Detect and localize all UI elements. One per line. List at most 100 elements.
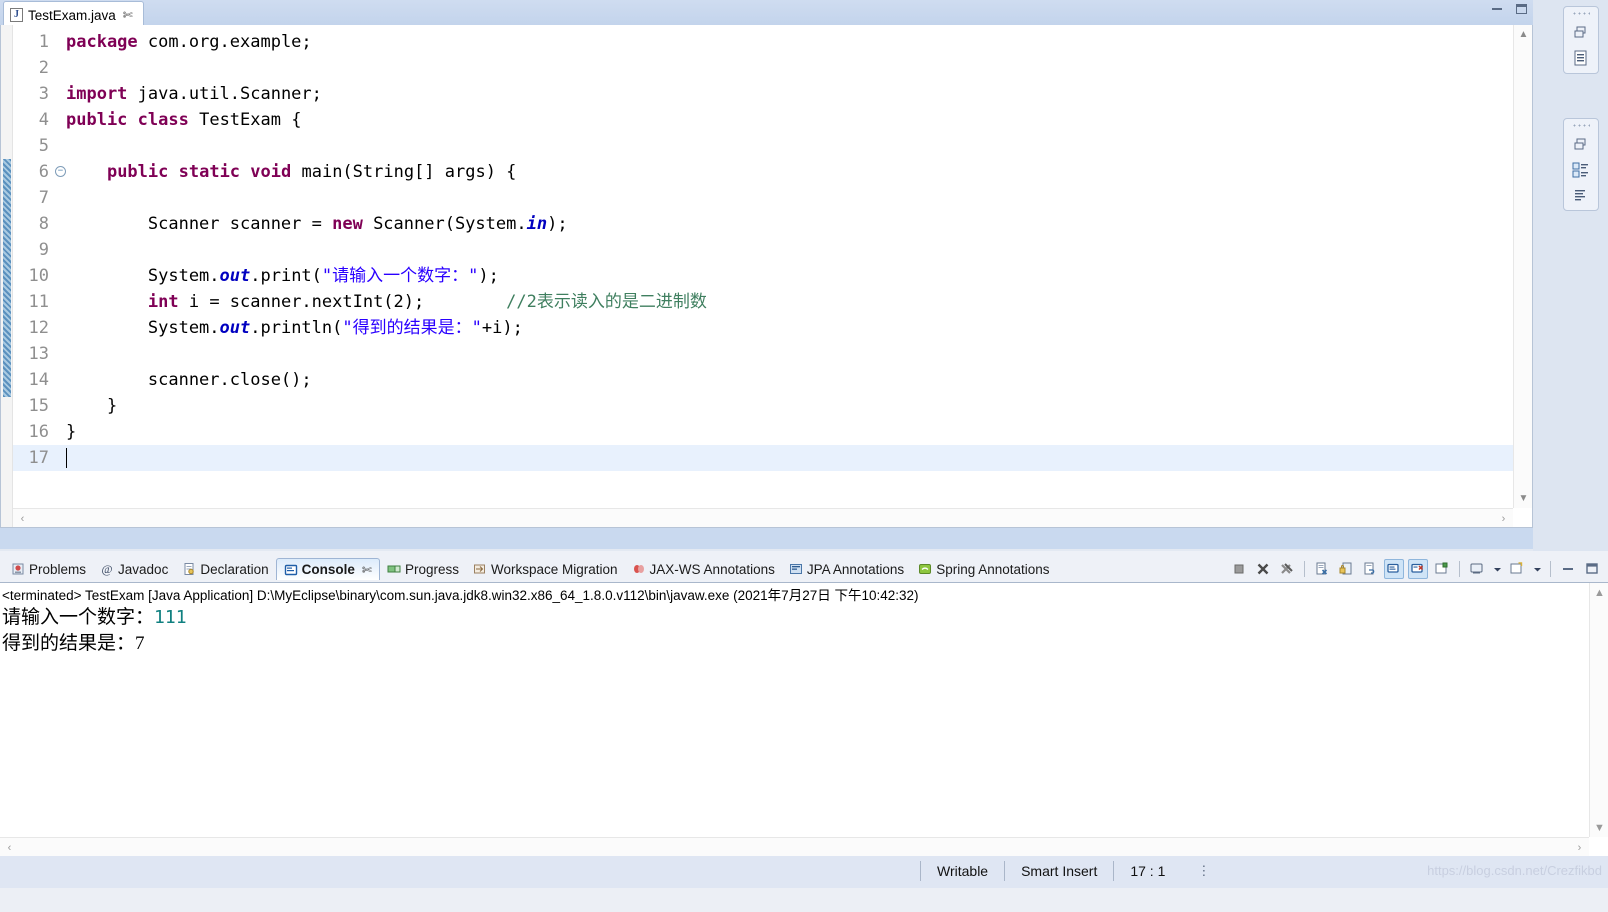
tab-jax-ws-annotations[interactable]: JAX-WS Annotations — [625, 559, 782, 580]
problems-icon — [11, 562, 25, 576]
tab-jpa-annotations[interactable]: JPA Annotations — [782, 559, 911, 580]
line-number: 6 — [38, 162, 49, 182]
tab-progress[interactable]: Progress — [380, 559, 466, 580]
editor-horizontal-scrollbar[interactable]: ‹ › — [13, 508, 1513, 527]
status-writable: Writable — [937, 863, 989, 879]
tab-javadoc[interactable]: @ Javadoc — [93, 559, 175, 580]
outline-icon[interactable] — [1571, 49, 1591, 67]
task-list-icon[interactable] — [1571, 186, 1591, 204]
drag-handle-dots[interactable] — [1572, 123, 1590, 129]
console-output-area[interactable]: <terminated> TestExam [Java Application]… — [0, 583, 1589, 837]
pin-console-button[interactable] — [1432, 559, 1452, 579]
line-number: 11 — [28, 292, 49, 312]
restore-stack-2[interactable] — [1563, 118, 1599, 211]
progress-icon — [387, 562, 401, 576]
chevron-down-icon[interactable] — [1491, 559, 1503, 579]
code-line[interactable]: 3 import java.util.Scanner; — [13, 81, 1513, 107]
tab-label: Progress — [404, 561, 459, 577]
code-line[interactable]: 14 scanner.close(); — [13, 367, 1513, 393]
eclipse-ide-window: J TestExam.java ✄ 1 package com.org.examp… — [0, 0, 1608, 912]
scroll-up-icon[interactable]: ▲ — [1590, 583, 1608, 602]
tab-declaration[interactable]: Declaration — [175, 559, 275, 580]
restore-icon[interactable] — [1571, 24, 1591, 42]
maximize-view-button[interactable] — [1582, 559, 1602, 579]
line-number: 2 — [38, 58, 49, 78]
bottom-view-panel: Problems @ Javadoc Declaration Console ✄ Progr… — [0, 551, 1608, 856]
scroll-right-icon[interactable]: › — [1570, 838, 1589, 857]
line-number: 3 — [38, 84, 49, 104]
code-text: } — [66, 422, 77, 442]
code-line[interactable]: 4 public class TestExam { — [13, 107, 1513, 133]
scroll-left-icon[interactable]: ‹ — [13, 509, 32, 528]
minimize-view-button[interactable] — [1558, 559, 1578, 579]
maximize-icon[interactable] — [1514, 2, 1529, 16]
package-explorer-icon[interactable] — [1571, 161, 1591, 179]
console-output-lines: 请输入一个数字：111 得到的结果是：7 — [2, 605, 1589, 657]
code-line[interactable]: 6− public static void main(String[] args… — [13, 159, 1513, 185]
code-line[interactable]: 5 — [13, 133, 1513, 159]
scroll-right-icon[interactable]: › — [1494, 509, 1513, 528]
console-output-line: 请输入一个数字：111 — [2, 605, 1589, 631]
console-horizontal-scrollbar[interactable]: ‹ › — [0, 837, 1589, 856]
close-icon[interactable]: ✄ — [123, 8, 133, 22]
editor-marker-gutter[interactable] — [1, 25, 13, 527]
tab-label: Declaration — [200, 561, 269, 577]
scroll-lock-button[interactable] — [1336, 559, 1356, 579]
line-number: 15 — [28, 396, 49, 416]
code-line[interactable]: 10 System.out.print("请输入一个数字："); — [13, 263, 1513, 289]
scroll-left-icon[interactable]: ‹ — [0, 838, 19, 857]
status-overflow-icon[interactable]: ⋮ — [1181, 860, 1226, 882]
code-lines[interactable]: 1 package com.org.example; 2 3 import java.u… — [13, 25, 1513, 471]
code-line[interactable]: 2 — [13, 55, 1513, 81]
console-output-line: 得到的结果是：7 — [2, 631, 1589, 657]
terminate-button[interactable] — [1229, 559, 1249, 579]
word-wrap-button[interactable] — [1360, 559, 1380, 579]
code-line[interactable]: 7 — [13, 185, 1513, 211]
tab-label: Spring Annotations — [936, 561, 1050, 577]
editor-vertical-scrollbar[interactable]: ▲ ▼ — [1513, 25, 1532, 508]
tab-console[interactable]: Console ✄ — [275, 558, 380, 580]
toolbar-separator — [1459, 561, 1460, 577]
code-line[interactable]: 13 — [13, 341, 1513, 367]
javadoc-at-icon: @ — [100, 562, 114, 576]
scroll-down-icon[interactable]: ▼ — [1590, 818, 1608, 837]
restore-stack-1[interactable] — [1563, 6, 1599, 74]
editor-text-area[interactable]: 1 package com.org.example; 2 3 import java.u… — [13, 25, 1513, 508]
editor-tab-testexam-java[interactable]: J TestExam.java ✄ — [3, 1, 144, 25]
chevron-down-icon[interactable] — [1531, 559, 1543, 579]
restore-icon[interactable] — [1571, 136, 1591, 154]
drag-handle-dots[interactable] — [1572, 11, 1590, 17]
code-line[interactable]: 1 package com.org.example; — [13, 29, 1513, 55]
tab-spring-annotations[interactable]: Spring Annotations — [911, 559, 1056, 580]
scroll-up-icon[interactable]: ▲ — [1514, 25, 1533, 44]
tab-workspace-migration[interactable]: Workspace Migration — [466, 559, 625, 580]
display-selected-console-button[interactable] — [1467, 559, 1487, 579]
clear-console-button[interactable] — [1312, 559, 1332, 579]
code-line[interactable]: 16} — [13, 419, 1513, 445]
fold-collapse-icon[interactable]: − — [55, 166, 66, 177]
code-line[interactable]: 12 System.out.println("得到的结果是："+i); — [13, 315, 1513, 341]
show-console-stderr-button[interactable] — [1408, 559, 1428, 579]
toolbar-separator — [1550, 561, 1551, 577]
workspace-migration-icon — [473, 562, 487, 576]
code-line[interactable]: 11 int i = scanner.nextInt(2); //2表示读入的是… — [13, 289, 1513, 315]
code-line[interactable]: 9 — [13, 237, 1513, 263]
line-number: 8 — [38, 214, 49, 234]
remove-all-terminated-button[interactable] — [1277, 559, 1297, 579]
code-line[interactable]: 17 — [13, 445, 1513, 471]
tab-problems[interactable]: Problems — [4, 559, 93, 580]
code-line[interactable]: 8 Scanner scanner = new Scanner(System.i… — [13, 211, 1513, 237]
show-console-stdout-button[interactable] — [1384, 559, 1404, 579]
open-console-button[interactable] — [1507, 559, 1527, 579]
close-icon[interactable]: ✄ — [362, 563, 372, 577]
line-number: 12 — [28, 318, 49, 338]
minimize-icon[interactable] — [1489, 2, 1504, 16]
text-caret — [66, 448, 67, 468]
console-vertical-scrollbar[interactable]: ▲ ▼ — [1589, 583, 1608, 837]
scroll-down-icon[interactable]: ▼ — [1514, 489, 1533, 508]
code-text: package com.org.example; — [66, 32, 312, 52]
code-line[interactable]: 15 } — [13, 393, 1513, 419]
method-range-indicator — [3, 159, 11, 397]
status-insert-mode: Smart Insert — [1021, 863, 1098, 879]
remove-launch-button[interactable] — [1253, 559, 1273, 579]
